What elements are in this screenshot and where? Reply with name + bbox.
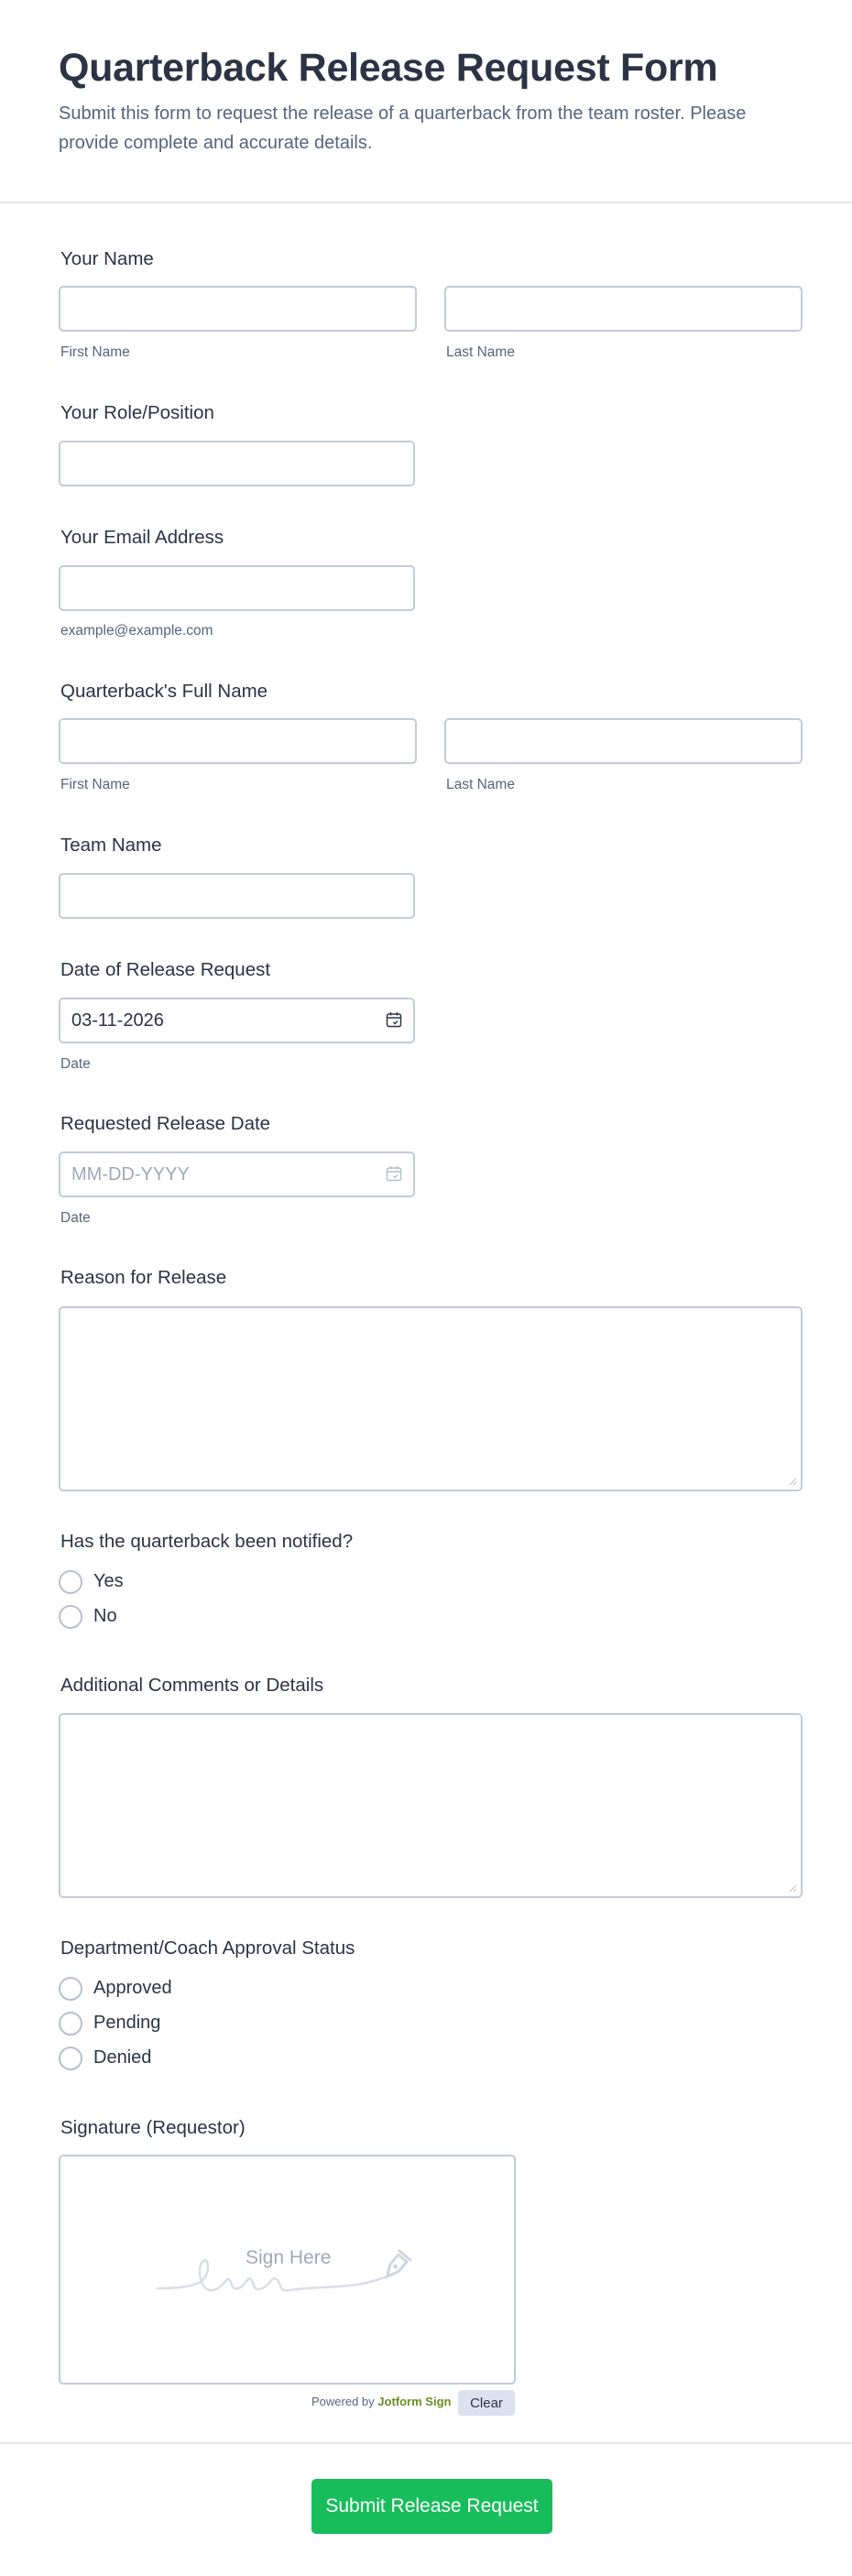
signature-placeholder: Sign Here [246, 2247, 332, 2268]
calendar-icon[interactable] [386, 1165, 402, 1182]
approval-label: Department/Coach Approval Status [60, 1937, 355, 1959]
form-title: Quarterback Release Request Form [59, 46, 718, 90]
signature-pad[interactable]: Sign Here [59, 2155, 516, 2385]
submit-button[interactable]: Submit Release Request [311, 2479, 552, 2534]
request-date-label: Date of Release Request [60, 959, 271, 980]
release-date-placeholder: MM-DD-YYYY [71, 1164, 190, 1184]
email-label: Your Email Address [60, 527, 224, 548]
reason-label: Reason for Release [60, 1267, 227, 1288]
your-first-name-input[interactable] [59, 286, 417, 332]
your-first-name-sublabel: First Name [60, 344, 130, 360]
request-date-sublabel: Date [60, 1056, 91, 1072]
form-description: Submit this form to request the release … [59, 104, 747, 153]
request-date-input[interactable]: 03-11-2026 [59, 998, 415, 1043]
comments-label: Additional Comments or Details [60, 1675, 324, 1696]
resize-grip-icon[interactable] [788, 1477, 797, 1486]
reason-textarea[interactable] [59, 1306, 803, 1491]
form-header: Quarterback Release Request Form Submit … [0, 0, 852, 203]
calendar-icon[interactable] [386, 1011, 402, 1028]
form-footer: Submit Release Request [0, 2442, 852, 2576]
release-date-label: Requested Release Date [60, 1113, 271, 1134]
powered-by-text: Powered by Jotform Sign [311, 2395, 452, 2408]
signature-label: Signature (Requestor) [60, 2117, 246, 2138]
your-last-name-sublabel: Last Name [446, 344, 515, 360]
qb-first-name-input[interactable] [59, 718, 417, 764]
radio-button[interactable] [59, 1570, 82, 1594]
email-input[interactable] [59, 565, 415, 611]
radio-button[interactable] [59, 1977, 82, 2001]
notified-label: Has the quarterback been notified? [60, 1531, 354, 1552]
form-page: Quarterback Release Request Form Submit … [0, 0, 852, 2576]
role-input[interactable] [59, 441, 415, 486]
comments-textarea[interactable] [59, 1713, 803, 1898]
clear-signature-button[interactable]: Clear [458, 2390, 515, 2416]
qb-name-label: Quarterback's Full Name [60, 681, 268, 702]
radio-button[interactable] [59, 2012, 82, 2036]
email-sublabel: example@example.com [60, 623, 213, 639]
release-date-sublabel: Date [60, 1210, 91, 1226]
radio-button[interactable] [59, 2047, 82, 2070]
qb-first-name-sublabel: First Name [60, 777, 130, 792]
qb-last-name-sublabel: Last Name [446, 777, 515, 792]
role-label: Your Role/Position [60, 402, 214, 423]
team-input[interactable] [59, 873, 415, 919]
your-last-name-input[interactable] [444, 286, 803, 332]
jotform-sign-brand: Jotform Sign [377, 2395, 452, 2408]
radio-button[interactable] [59, 1605, 82, 1629]
pen-nib-icon [386, 2249, 412, 2278]
release-date-input[interactable]: MM-DD-YYYY [59, 1152, 415, 1197]
resize-grip-icon[interactable] [788, 1883, 797, 1893]
team-label: Team Name [60, 835, 162, 856]
qb-last-name-input[interactable] [444, 718, 803, 764]
your-name-label: Your Name [60, 248, 154, 269]
